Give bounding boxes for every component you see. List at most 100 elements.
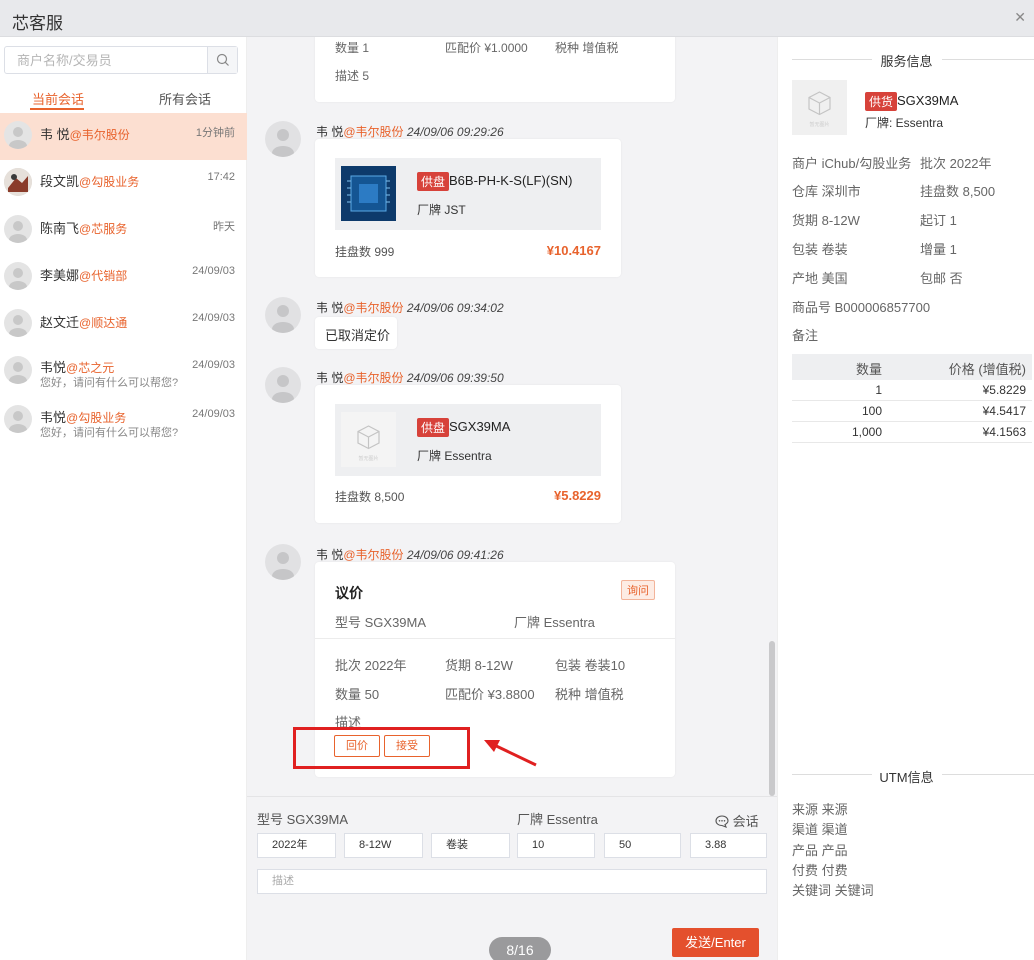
title-bar: 芯客服 ✕ bbox=[0, 0, 1034, 37]
price-table: 数量 价格 (增值税) 1 ¥5.8229 100 ¥4.5417 1,000 … bbox=[792, 354, 1032, 443]
quantity-input[interactable]: 50 bbox=[604, 833, 681, 858]
batch-input[interactable]: 2022年 bbox=[257, 833, 336, 858]
merchant-value: 商户 iChub/勾股业务 bbox=[792, 156, 912, 171]
description-value: 描述 5 bbox=[335, 69, 370, 83]
supply-tag: 供货 bbox=[865, 92, 898, 111]
package-value: 包装 卷装10 bbox=[555, 658, 626, 673]
table-row: 100 ¥4.5417 bbox=[792, 401, 1032, 422]
lead-time-input[interactable]: 8-12W bbox=[344, 833, 423, 858]
search-input[interactable] bbox=[17, 53, 207, 68]
avatar bbox=[4, 262, 32, 290]
chat-panel: 数量 1 匹配价 ¥1.0000 税种 增值税 描述 5 韦 悦@韦尔股份 24… bbox=[247, 37, 777, 960]
info-panel: 服务信息 暂无图片 供货 SGX39MA 厂牌: Essentra 商户 iCh… bbox=[777, 37, 1034, 960]
utm-paid: 付费 付费 bbox=[792, 863, 848, 878]
avatar bbox=[4, 405, 32, 433]
moq-value: 起订 1 bbox=[920, 213, 957, 228]
avatar bbox=[265, 121, 301, 157]
table-row: 1 ¥5.8229 bbox=[792, 380, 1032, 401]
product-image-placeholder: 暂无图片 bbox=[341, 412, 396, 467]
app-title: 芯客服 bbox=[12, 14, 63, 33]
description-input[interactable]: 描述 bbox=[257, 869, 767, 894]
product-image-placeholder: 暂无图片 bbox=[792, 80, 847, 135]
avatar bbox=[4, 309, 32, 337]
chat-bubble-icon bbox=[715, 815, 729, 828]
match-price-value: 匹配价 ¥3.8800 bbox=[445, 687, 535, 702]
search-button[interactable] bbox=[207, 47, 237, 73]
price-input[interactable]: 3.88 bbox=[690, 833, 767, 858]
avatar bbox=[4, 168, 32, 196]
chat-button[interactable]: 会话 bbox=[715, 811, 759, 830]
utm-product: 产品 产品 bbox=[792, 843, 848, 858]
stock-value: 挂盘数 8,500 bbox=[920, 184, 996, 199]
free-shipping-value: 包邮 否 bbox=[920, 271, 963, 286]
warehouse-value: 仓库 深圳市 bbox=[792, 184, 861, 199]
utm-channel: 渠道 渠道 bbox=[792, 822, 848, 837]
table-row: 1,000 ¥4.1563 bbox=[792, 422, 1032, 443]
message-bubble: 数量 1 匹配价 ¥1.0000 税种 增值税 描述 5 bbox=[315, 37, 675, 102]
no-image-text: 暂无图片 bbox=[809, 122, 830, 128]
supply-tag: 供盘 bbox=[417, 172, 450, 191]
conversation-preview: 您好，请问有什么可以帮您? bbox=[40, 427, 179, 439]
service-info-title: 服务信息 bbox=[880, 54, 933, 69]
lead-time-value: 货期 8-12W bbox=[792, 213, 860, 228]
divider bbox=[315, 638, 675, 639]
compose-model: 型号 SGX39MA bbox=[257, 812, 349, 827]
search-icon bbox=[216, 53, 229, 66]
utm-keyword: 关键词 关键词 bbox=[792, 883, 874, 898]
conversation-name: 韦 悦@韦尔股份 bbox=[40, 127, 130, 142]
conversation-time: 17:42 bbox=[207, 171, 235, 183]
conversation-tabs: 当前会话 所有会话 bbox=[0, 87, 247, 111]
conversation-item[interactable]: 韦悦@芯之元 24/09/03 您好，请问有什么可以帮您? bbox=[0, 348, 247, 395]
package-qty-input[interactable]: 10 bbox=[517, 833, 595, 858]
close-icon[interactable]: ✕ bbox=[1014, 9, 1026, 26]
product-name: SGX39MA bbox=[449, 419, 511, 434]
tab-current-sessions[interactable]: 当前会话 bbox=[32, 89, 84, 108]
product-card[interactable]: 暂无图片 供盘 SGX39MA 厂牌 Essentra 挂盘数 8,500 ¥5… bbox=[315, 385, 621, 523]
chat-scrollbar[interactable] bbox=[769, 641, 775, 796]
conversation-item[interactable]: 韦 悦@韦尔股份 1分钟前 bbox=[0, 113, 247, 160]
text-message: 已取消定价 bbox=[315, 317, 397, 349]
quantity-value: 数量 1 bbox=[335, 41, 370, 55]
match-price-value: 匹配价 ¥1.0000 bbox=[445, 41, 528, 55]
utm-info-title: UTM信息 bbox=[879, 770, 934, 785]
price-table-header: 数量 价格 (增值税) bbox=[792, 354, 1032, 380]
package-input[interactable]: 卷装 bbox=[431, 833, 510, 858]
avatar bbox=[265, 297, 301, 333]
increment-value: 增量 1 bbox=[920, 242, 957, 257]
avatar bbox=[265, 544, 301, 580]
conversation-time: 24/09/03 bbox=[192, 359, 235, 371]
avatar bbox=[265, 367, 301, 403]
avatar bbox=[4, 356, 32, 384]
lead-time-value: 货期 8-12W bbox=[445, 658, 513, 673]
origin-value: 产地 美国 bbox=[792, 271, 848, 286]
message-header: 韦 悦@韦尔股份 24/09/06 09:39:50 bbox=[316, 371, 504, 385]
conversation-item[interactable]: 段文凯@勾股业务 17:42 bbox=[0, 160, 247, 207]
message-header: 韦 悦@韦尔股份 24/09/06 09:29:26 bbox=[316, 125, 504, 139]
message-header: 韦 悦@韦尔股份 24/09/06 09:41:26 bbox=[316, 548, 504, 562]
product-price: ¥5.8229 bbox=[554, 488, 601, 503]
conversation-item[interactable]: 李美娜@代销部 24/09/03 bbox=[0, 254, 247, 301]
conversation-item[interactable]: 赵文迁@顺达通 24/09/03 bbox=[0, 301, 247, 348]
package-value: 包装 卷装 bbox=[792, 242, 848, 257]
utm-source: 来源 来源 bbox=[792, 802, 848, 817]
compose-area: 型号 SGX39MA 厂牌 Essentra 会话 2022年 8-12W 卷装… bbox=[247, 796, 777, 960]
send-button[interactable]: 发送/Enter bbox=[672, 928, 759, 957]
product-summary: 供盘 B6B-PH-K-S(LF)(SN) 厂牌 JST bbox=[335, 158, 601, 230]
page-indicator: 8/16 bbox=[489, 937, 551, 960]
brand-value: 厂牌 Essentra bbox=[514, 615, 595, 630]
product-card[interactable]: 供盘 B6B-PH-K-S(LF)(SN) 厂牌 JST 挂盘数 999 ¥10… bbox=[315, 139, 621, 277]
stock-count: 挂盘数 999 bbox=[335, 245, 395, 259]
batch-value: 批次 2022年 bbox=[920, 156, 992, 171]
conversation-item[interactable]: 韦悦@勾股业务 24/09/03 您好，请问有什么可以帮您? bbox=[0, 397, 247, 444]
sku-value: 商品号 B000006857700 bbox=[792, 300, 931, 315]
avatar bbox=[4, 121, 32, 149]
remark-label: 备注 bbox=[792, 328, 819, 343]
conversation-item[interactable]: 陈南飞@芯服务 昨天 bbox=[0, 207, 247, 254]
supply-tag: 供盘 bbox=[417, 418, 450, 437]
conversation-time: 昨天 bbox=[213, 221, 235, 233]
stock-count: 挂盘数 8,500 bbox=[335, 490, 405, 504]
product-name: SGX39MA bbox=[897, 93, 959, 108]
message-text: 已取消定价 bbox=[325, 328, 391, 343]
conversation-preview: 您好，请问有什么可以帮您? bbox=[40, 377, 179, 389]
tab-all-sessions[interactable]: 所有会话 bbox=[159, 89, 211, 108]
